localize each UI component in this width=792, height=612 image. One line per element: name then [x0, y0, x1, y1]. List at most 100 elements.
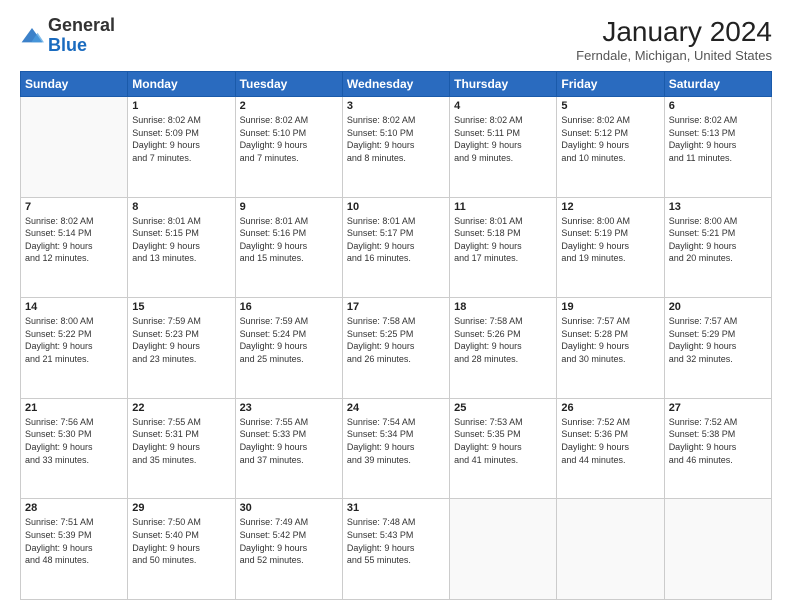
calendar-cell: 1Sunrise: 8:02 AMSunset: 5:09 PMDaylight…: [128, 97, 235, 198]
day-info: Sunrise: 8:01 AMSunset: 5:16 PMDaylight:…: [240, 215, 338, 265]
calendar-cell: 13Sunrise: 8:00 AMSunset: 5:21 PMDayligh…: [664, 197, 771, 298]
day-number: 2: [240, 100, 338, 112]
calendar-cell: 8 Sunrise: 8:01 AMSunset: 5:15 PMDaylight…: [128, 197, 235, 298]
day-number: 6: [669, 100, 767, 112]
title-block: January 2024 Ferndale, Michigan, United …: [576, 16, 772, 63]
calendar-cell: 14 Sunrise: 8:00 AMSunset: 5:22 PMDayligh…: [21, 298, 128, 399]
day-number: 25: [454, 402, 552, 414]
calendar-cell: 4Sunrise: 8:02 AMSunset: 5:11 PMDaylight…: [450, 97, 557, 198]
calendar-cell: 17 Sunrise: 7:58 AMSunset: 5:25 PMDayligh…: [342, 298, 449, 399]
calendar-cell: 12 Sunrise: 8:00 AMSunset: 5:19 PMDayligh…: [557, 197, 664, 298]
calendar-cell: 28 Sunrise: 7:51 AMSunset: 5:39 PMDayligh…: [21, 499, 128, 600]
month-year: January 2024: [576, 16, 772, 48]
day-info: Sunrise: 7:56 AMSunset: 5:30 PMDaylight:…: [25, 416, 123, 466]
page: General Blue January 2024 Ferndale, Mich…: [0, 0, 792, 612]
calendar-cell: 11 Sunrise: 8:01 AMSunset: 5:18 PMDayligh…: [450, 197, 557, 298]
calendar-cell: 5 Sunrise: 8:02 AMSunset: 5:12 PMDaylight…: [557, 97, 664, 198]
day-info: Sunrise: 8:02 AMSunset: 5:12 PMDaylight:…: [561, 114, 659, 164]
calendar-cell: 7Sunrise: 8:02 AMSunset: 5:14 PMDaylight…: [21, 197, 128, 298]
day-info: Sunrise: 7:48 AMSunset: 5:43 PMDaylight:…: [347, 516, 445, 566]
calendar-cell: 20Sunrise: 7:57 AMSunset: 5:29 PMDayligh…: [664, 298, 771, 399]
calendar-cell: 22 Sunrise: 7:55 AMSunset: 5:31 PMDayligh…: [128, 398, 235, 499]
col-monday: Monday: [128, 72, 235, 97]
col-thursday: Thursday: [450, 72, 557, 97]
day-number: 11: [454, 201, 552, 213]
day-info: Sunrise: 7:57 AMSunset: 5:29 PMDaylight:…: [669, 315, 767, 365]
day-number: 14: [25, 301, 123, 313]
location: Ferndale, Michigan, United States: [576, 48, 772, 63]
day-number: 22: [132, 402, 230, 414]
logo-icon: [20, 26, 44, 46]
calendar-cell: [450, 499, 557, 600]
day-number: 7: [25, 201, 123, 213]
day-info: Sunrise: 8:01 AMSunset: 5:17 PMDaylight:…: [347, 215, 445, 265]
day-number: 8: [132, 201, 230, 213]
calendar-cell: 18 Sunrise: 7:58 AMSunset: 5:26 PMDayligh…: [450, 298, 557, 399]
week-row-3: 14 Sunrise: 8:00 AMSunset: 5:22 PMDayligh…: [21, 298, 772, 399]
day-info: Sunrise: 7:51 AMSunset: 5:39 PMDaylight:…: [25, 516, 123, 566]
day-number: 28: [25, 502, 123, 514]
calendar-cell: 31 Sunrise: 7:48 AMSunset: 5:43 PMDayligh…: [342, 499, 449, 600]
logo-blue: Blue: [48, 35, 87, 55]
day-number: 24: [347, 402, 445, 414]
week-row-4: 21Sunrise: 7:56 AMSunset: 5:30 PMDayligh…: [21, 398, 772, 499]
day-number: 3: [347, 100, 445, 112]
col-sunday: Sunday: [21, 72, 128, 97]
col-wednesday: Wednesday: [342, 72, 449, 97]
day-info: Sunrise: 8:00 AMSunset: 5:19 PMDaylight:…: [561, 215, 659, 265]
calendar-cell: 6Sunrise: 8:02 AMSunset: 5:13 PMDaylight…: [664, 97, 771, 198]
day-number: 9: [240, 201, 338, 213]
day-number: 17: [347, 301, 445, 313]
day-info: Sunrise: 7:55 AMSunset: 5:31 PMDaylight:…: [132, 416, 230, 466]
calendar-cell: 23 Sunrise: 7:55 AMSunset: 5:33 PMDayligh…: [235, 398, 342, 499]
day-number: 10: [347, 201, 445, 213]
day-info: Sunrise: 8:02 AMSunset: 5:10 PMDaylight:…: [347, 114, 445, 164]
logo-general: General: [48, 15, 115, 35]
calendar-cell: [664, 499, 771, 600]
calendar-cell: 15 Sunrise: 7:59 AMSunset: 5:23 PMDayligh…: [128, 298, 235, 399]
day-info: Sunrise: 7:54 AMSunset: 5:34 PMDaylight:…: [347, 416, 445, 466]
day-info: Sunrise: 8:00 AMSunset: 5:22 PMDaylight:…: [25, 315, 123, 365]
logo-text: General Blue: [48, 16, 115, 56]
calendar-cell: [21, 97, 128, 198]
day-info: Sunrise: 7:55 AMSunset: 5:33 PMDaylight:…: [240, 416, 338, 466]
day-info: Sunrise: 8:01 AMSunset: 5:18 PMDaylight:…: [454, 215, 552, 265]
calendar-cell: 27Sunrise: 7:52 AMSunset: 5:38 PMDayligh…: [664, 398, 771, 499]
calendar-cell: 26 Sunrise: 7:52 AMSunset: 5:36 PMDayligh…: [557, 398, 664, 499]
calendar-cell: [557, 499, 664, 600]
day-info: Sunrise: 8:02 AMSunset: 5:11 PMDaylight:…: [454, 114, 552, 164]
day-number: 18: [454, 301, 552, 313]
day-number: 31: [347, 502, 445, 514]
calendar-cell: 10 Sunrise: 8:01 AMSunset: 5:17 PMDayligh…: [342, 197, 449, 298]
day-number: 15: [132, 301, 230, 313]
col-saturday: Saturday: [664, 72, 771, 97]
day-number: 19: [561, 301, 659, 313]
week-row-1: 1Sunrise: 8:02 AMSunset: 5:09 PMDaylight…: [21, 97, 772, 198]
calendar-cell: 21Sunrise: 7:56 AMSunset: 5:30 PMDayligh…: [21, 398, 128, 499]
day-number: 12: [561, 201, 659, 213]
calendar-cell: 16Sunrise: 7:59 AMSunset: 5:24 PMDayligh…: [235, 298, 342, 399]
calendar-cell: 2 Sunrise: 8:02 AMSunset: 5:10 PMDaylight…: [235, 97, 342, 198]
day-info: Sunrise: 8:01 AMSunset: 5:15 PMDaylight:…: [132, 215, 230, 265]
calendar-cell: 19Sunrise: 7:57 AMSunset: 5:28 PMDayligh…: [557, 298, 664, 399]
day-info: Sunrise: 8:02 AMSunset: 5:10 PMDaylight:…: [240, 114, 338, 164]
day-number: 16: [240, 301, 338, 313]
calendar-cell: 30Sunrise: 7:49 AMSunset: 5:42 PMDayligh…: [235, 499, 342, 600]
day-number: 5: [561, 100, 659, 112]
day-info: Sunrise: 7:52 AMSunset: 5:36 PMDaylight:…: [561, 416, 659, 466]
calendar-header-row: Sunday Monday Tuesday Wednesday Thursday…: [21, 72, 772, 97]
col-tuesday: Tuesday: [235, 72, 342, 97]
day-info: Sunrise: 8:02 AMSunset: 5:09 PMDaylight:…: [132, 114, 230, 164]
day-info: Sunrise: 7:59 AMSunset: 5:23 PMDaylight:…: [132, 315, 230, 365]
day-info: Sunrise: 8:00 AMSunset: 5:21 PMDaylight:…: [669, 215, 767, 265]
day-info: Sunrise: 7:50 AMSunset: 5:40 PMDaylight:…: [132, 516, 230, 566]
day-info: Sunrise: 7:58 AMSunset: 5:26 PMDaylight:…: [454, 315, 552, 365]
calendar-cell: 25 Sunrise: 7:53 AMSunset: 5:35 PMDayligh…: [450, 398, 557, 499]
day-number: 26: [561, 402, 659, 414]
day-number: 27: [669, 402, 767, 414]
header: General Blue January 2024 Ferndale, Mich…: [20, 16, 772, 63]
day-number: 23: [240, 402, 338, 414]
day-info: Sunrise: 7:58 AMSunset: 5:25 PMDaylight:…: [347, 315, 445, 365]
week-row-5: 28 Sunrise: 7:51 AMSunset: 5:39 PMDayligh…: [21, 499, 772, 600]
day-info: Sunrise: 7:53 AMSunset: 5:35 PMDaylight:…: [454, 416, 552, 466]
